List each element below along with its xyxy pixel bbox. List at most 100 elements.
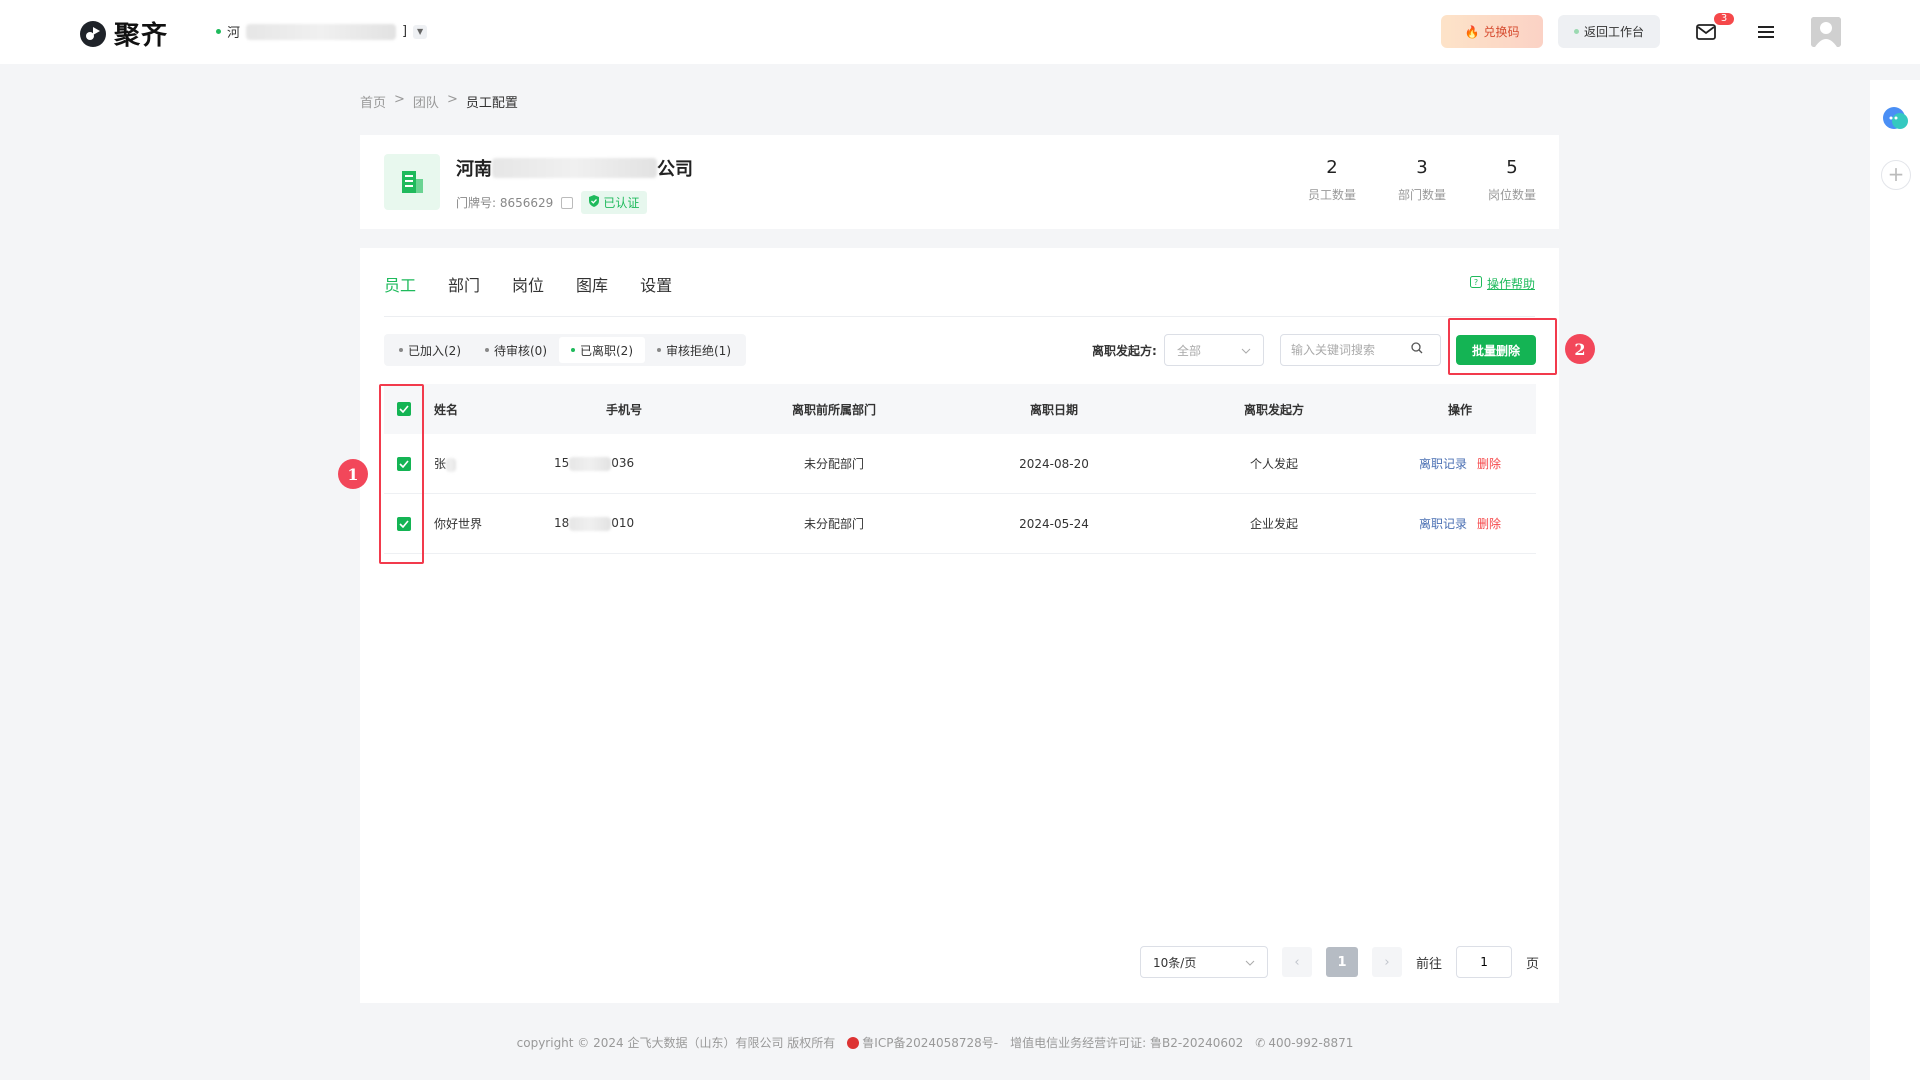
filter-pending[interactable]: 待审核(0)	[473, 337, 559, 363]
verified-badge: 已认证	[581, 191, 648, 214]
col-actions: 操作	[1447, 402, 1472, 417]
fire-icon: 🔥	[1464, 24, 1480, 39]
back-to-workbench-button[interactable]: 返回工作台	[1558, 15, 1660, 48]
col-initiator: 离职发起方	[1243, 402, 1304, 417]
building-icon	[384, 154, 440, 210]
help-link[interactable]: ? 操作帮助	[1469, 275, 1535, 292]
initiator-filter-label: 离职发起方:	[1092, 344, 1157, 358]
annotation-number-1: 1	[338, 459, 368, 489]
brand-logo[interactable]: 聚齐	[78, 15, 168, 52]
stat-employee-count: 2 员工数量	[1292, 157, 1372, 203]
resignation-record-link[interactable]: 离职记录	[1419, 457, 1467, 471]
phone-icon: ✆	[1255, 1035, 1266, 1050]
copyright-text: copyright © 2024 企飞大数据（山东）有限公司 版权所有	[516, 1036, 836, 1050]
pagination: 10条/页 ‹ 1 › 前往 页	[1140, 946, 1539, 978]
search-icon[interactable]	[1411, 342, 1423, 358]
footer: copyright © 2024 企飞大数据（山东）有限公司 版权所有 鲁ICP…	[0, 1034, 1870, 1051]
annotation-box-batch-delete	[1448, 318, 1557, 375]
page-size-select[interactable]: 10条/页	[1140, 946, 1268, 978]
company-meta: 门牌号: 8656629 已认证	[456, 191, 648, 214]
prev-page-button[interactable]: ‹	[1282, 947, 1312, 977]
copy-icon[interactable]	[561, 196, 574, 209]
cell-department: 未分配部门	[803, 457, 864, 471]
icp-text: 鲁ICP备2024058728号-	[862, 1036, 999, 1050]
delete-link[interactable]: 删除	[1477, 517, 1501, 531]
redacted-company-name	[492, 158, 657, 178]
svg-text:?: ?	[1474, 278, 1478, 287]
status-dot	[216, 29, 221, 34]
redeem-code-button[interactable]: 🔥 兑换码	[1441, 15, 1543, 48]
breadcrumb: 首页 > 团队 > 员工配置	[360, 92, 518, 111]
company-card: 河南 公司 门牌号: 8656629 已认证 2 员工数量 3 部门数量 5 岗…	[360, 135, 1559, 229]
col-name: 姓名	[434, 402, 459, 417]
breadcrumb-home[interactable]: 首页	[360, 92, 386, 111]
delete-link[interactable]: 删除	[1477, 457, 1501, 471]
tab-departments[interactable]: 部门	[448, 272, 480, 310]
cell-department: 未分配部门	[803, 517, 864, 531]
breadcrumb-team[interactable]: 团队	[413, 92, 439, 111]
redacted-phone	[569, 516, 612, 531]
top-header: 聚齐 河 ] ▼ 🔥 兑换码 返回工作台 3	[0, 0, 1920, 64]
main-panel: 员工 部门 岗位 图库 设置 ? 操作帮助 已加入(2) 待审核(0) 已离职(…	[360, 248, 1559, 1003]
company-name-suffix: 公司	[657, 159, 693, 180]
breadcrumb-separator: >	[446, 92, 458, 107]
table-row: 张 15 036 未分配部门 2024-08-20 个人发起 离职记录 删除	[384, 434, 1536, 494]
avatar[interactable]	[1811, 17, 1841, 47]
annotation-number-2: 2	[1565, 334, 1595, 364]
status-filter-group: 已加入(2) 待审核(0) 已离职(2) 审核拒绝(1)	[384, 334, 746, 366]
cell-phone: 15 036	[524, 456, 724, 471]
police-emblem-icon	[847, 1036, 860, 1049]
initiator-select[interactable]: 全部	[1164, 334, 1264, 366]
company-name-prefix: 河南	[456, 159, 492, 180]
cell-initiator: 企业发起	[1249, 517, 1298, 531]
stat-value: 5	[1506, 157, 1518, 178]
license-text: 增值电信业务经营许可证: 鲁B2-20240602	[1010, 1036, 1244, 1050]
redacted-name	[446, 457, 457, 472]
stat-department-count: 3 部门数量	[1382, 157, 1462, 203]
org-name-prefix: 河	[227, 26, 241, 41]
back-to-workbench-label: 返回工作台	[1583, 25, 1644, 39]
tab-employees[interactable]: 员工	[384, 272, 416, 310]
phone-contact: ✆ 400-992-8871	[1255, 1034, 1353, 1051]
verified-label: 已认证	[603, 196, 640, 210]
resignation-record-link[interactable]: 离职记录	[1419, 517, 1467, 531]
phone-suffix: 010	[611, 516, 635, 531]
phone-suffix: 036	[611, 456, 635, 471]
filter-resigned[interactable]: 已离职(2)	[559, 337, 645, 363]
filter-label: 已离职(2)	[580, 343, 633, 358]
door-number: 门牌号: 8656629	[456, 196, 554, 210]
icp-link[interactable]: 鲁ICP备2024058728号-	[847, 1034, 998, 1051]
cell-name: 你好世界	[434, 517, 483, 531]
search-input[interactable]	[1291, 343, 1411, 357]
add-icon[interactable]: +	[1881, 160, 1911, 190]
goto-page-input[interactable]	[1456, 946, 1513, 978]
phone-prefix: 15	[554, 456, 570, 471]
menu-icon[interactable]	[1752, 18, 1780, 46]
cell-initiator: 个人发起	[1249, 457, 1298, 471]
tab-settings[interactable]: 设置	[640, 272, 672, 310]
stat-label: 部门数量	[1397, 188, 1446, 202]
resigned-employees-table: 姓名 手机号 离职前所属部门 离职日期 离职发起方 操作 张 15 036 未分配…	[384, 384, 1536, 554]
help-label: 操作帮助	[1486, 277, 1535, 291]
filter-joined[interactable]: 已加入(2)	[387, 337, 473, 363]
chevron-down-icon[interactable]: ▼	[413, 24, 428, 39]
tab-gallery[interactable]: 图库	[576, 272, 608, 310]
tab-positions[interactable]: 岗位	[512, 272, 544, 310]
filter-rejected[interactable]: 审核拒绝(1)	[645, 337, 743, 363]
stat-value: 2	[1326, 157, 1338, 178]
dot-icon	[485, 348, 489, 352]
page-number-current[interactable]: 1	[1326, 947, 1358, 977]
cell-phone: 18 010	[524, 516, 724, 531]
redeem-code-label: 兑换码	[1483, 25, 1520, 39]
cell-actions: 离职记录 删除	[1384, 515, 1536, 532]
stat-position-count: 5 岗位数量	[1472, 157, 1552, 203]
dot-icon	[657, 348, 661, 352]
page-size-value: 10条/页	[1153, 955, 1197, 970]
tabs: 员工 部门 岗位 图库 设置	[384, 272, 672, 310]
chat-assistant-icon[interactable]	[1881, 104, 1911, 134]
help-icon: ?	[1469, 276, 1482, 291]
annotation-box-checkboxes	[379, 384, 424, 564]
next-page-button[interactable]: ›	[1372, 947, 1402, 977]
org-switcher[interactable]: 河 ] ▼	[216, 22, 428, 41]
stat-label: 岗位数量	[1487, 188, 1536, 202]
